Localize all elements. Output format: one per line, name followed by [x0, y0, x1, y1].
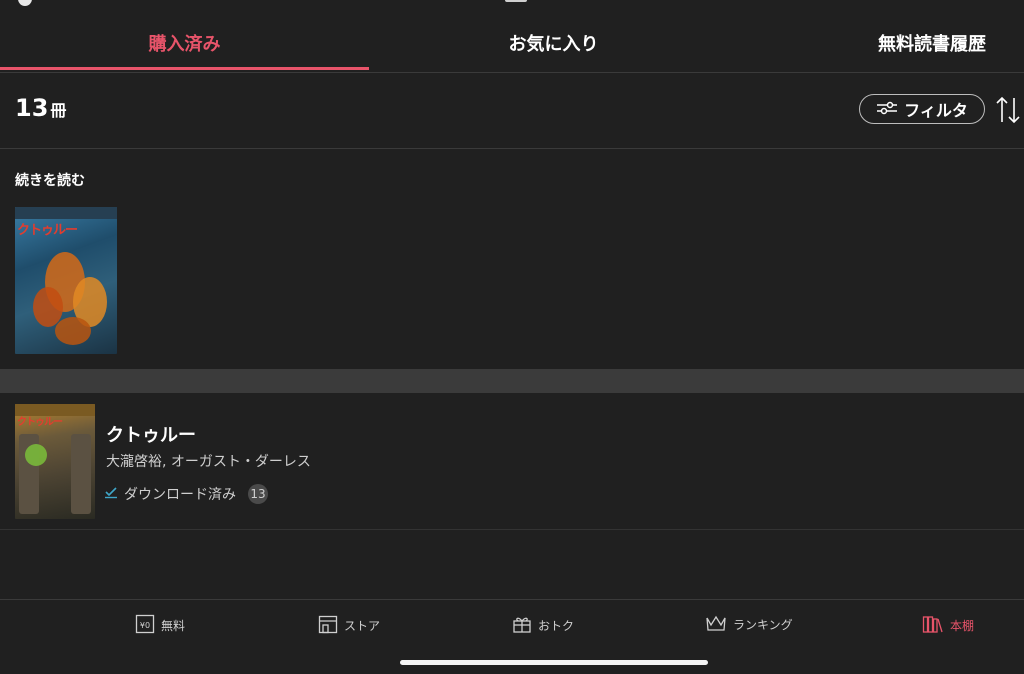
- gift-icon: [512, 614, 532, 637]
- filter-label: フィルタ: [904, 101, 968, 120]
- book-title: クトゥルー: [106, 425, 196, 446]
- nav-label-ranking: ランキング: [733, 618, 793, 632]
- book-count-value: 13: [15, 94, 49, 122]
- nav-item-deals[interactable]: おトク: [512, 614, 574, 637]
- nav-label-bookshelf: 本棚: [950, 619, 975, 633]
- active-tab-indicator: [0, 67, 369, 70]
- cover-title-text: クトゥルー: [17, 417, 63, 428]
- section-divider: [0, 369, 1024, 393]
- crown-icon: [705, 614, 727, 635]
- store-icon: [318, 614, 338, 637]
- continue-reading-heading: 続きを読む: [15, 173, 85, 189]
- download-status-label: ダウンロード済み: [124, 487, 236, 503]
- cover-title-text: クトゥルー: [17, 223, 78, 238]
- nav-label-deals: おトク: [538, 619, 575, 633]
- sort-button[interactable]: [994, 94, 1022, 126]
- nav-item-ranking[interactable]: ランキング: [705, 614, 793, 635]
- book-authors: 大瀧啓裕, オーガスト・ダーレス: [106, 454, 311, 470]
- nav-label-free: 無料: [161, 619, 186, 633]
- tab-purchased[interactable]: 購入済み: [0, 30, 369, 70]
- nav-item-store[interactable]: ストア: [318, 614, 380, 637]
- book-count: 13 冊: [15, 94, 66, 122]
- book-list-item[interactable]: クトゥルー クトゥルー 大瀧啓裕, オーガスト・ダーレス ダウンロード済み 13: [0, 393, 1024, 530]
- svg-text:¥0: ¥0: [140, 621, 150, 630]
- download-check-icon: [104, 485, 118, 503]
- tab-free-history[interactable]: 無料読書履歴: [840, 30, 1024, 70]
- continue-reading-cover[interactable]: クトゥルー: [15, 207, 117, 354]
- sliders-icon: [876, 100, 898, 119]
- bookshelf-icon: [922, 614, 944, 637]
- book-count-unit: 冊: [50, 101, 67, 120]
- filter-button[interactable]: フィルタ: [859, 94, 985, 124]
- cover-series-band: [15, 207, 117, 219]
- book-cover: クトゥルー: [15, 404, 95, 519]
- library-toolbar: 13 冊 フィルタ: [0, 72, 1024, 149]
- yen-box-icon: ¥0: [135, 614, 155, 637]
- sort-arrows-icon: [994, 96, 1022, 130]
- nav-item-bookshelf[interactable]: 本棚: [922, 614, 974, 637]
- volume-count-badge: 13: [248, 484, 268, 504]
- nav-label-store: ストア: [344, 619, 381, 633]
- home-indicator[interactable]: [400, 660, 708, 665]
- nav-item-free[interactable]: ¥0 無料: [135, 614, 185, 637]
- download-status: ダウンロード済み 13: [104, 484, 268, 504]
- tab-favorites[interactable]: お気に入り: [369, 30, 738, 70]
- tab-bar: 購入済み お気に入り 無料読書履歴: [0, 0, 1024, 73]
